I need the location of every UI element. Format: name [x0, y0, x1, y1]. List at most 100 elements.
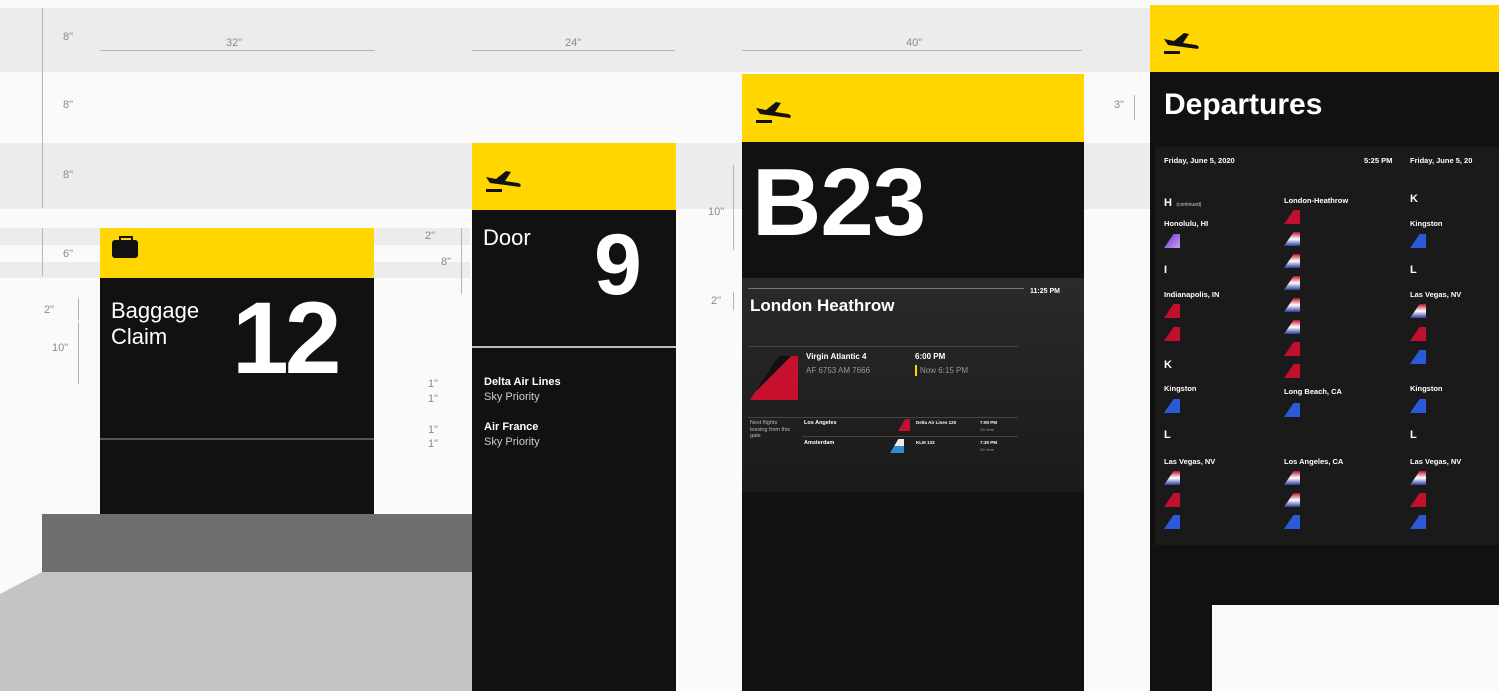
section-l-3: L [1410, 429, 1417, 441]
width-guide-32 [100, 50, 375, 51]
flight-row [1410, 515, 1426, 529]
gate-guide-2 [733, 292, 734, 310]
divider [100, 438, 374, 440]
departures-guide-3 [1134, 95, 1135, 120]
board-date-2: Friday, June 5, 20 [1410, 156, 1473, 165]
dim-width-32: 32" [226, 37, 243, 49]
departures-header [1150, 5, 1499, 72]
dim-baggage-10: 10" [52, 342, 69, 354]
baggage-number: 12 [232, 281, 341, 395]
status-bar [915, 365, 917, 376]
city-honolulu: Honolulu, HI [1164, 219, 1209, 228]
baggage-label-line2: Claim [111, 324, 168, 349]
dim-row-8c: 8" [63, 169, 74, 181]
gate-number: B23 [752, 149, 926, 256]
display-rule [748, 417, 1018, 418]
door-guide [461, 228, 462, 294]
baggage-icon [112, 236, 138, 258]
dim-gate-10: 10" [708, 206, 725, 218]
city-long-beach: Long Beach, CA [1284, 387, 1342, 396]
flight-row [1410, 327, 1426, 341]
dim-door-1d: 1" [428, 438, 439, 450]
flight-row [1284, 342, 1300, 356]
flight-row [1410, 234, 1426, 248]
airline2-sub: Sky Priority [484, 436, 540, 448]
floor [0, 572, 482, 691]
dim-door-1c: 1" [428, 424, 439, 436]
airline2-name: Air France [484, 421, 539, 433]
board-column-1: H (continued) [1164, 193, 1201, 211]
section-l: L [1164, 429, 1171, 441]
door-number: 9 [594, 217, 642, 313]
counter-top [42, 514, 482, 572]
departures-board: Departures Friday, June 5, 2020 5:25 PM … [1150, 72, 1499, 605]
flight-row [1410, 304, 1426, 318]
city-kingston-2: Kingston [1410, 219, 1443, 228]
width-guide-40 [742, 50, 1082, 51]
scheduled-time: 6:00 PM [915, 352, 946, 361]
next-flights-label: Next flights leaving from this gate [750, 420, 791, 440]
codeshare: AF 6753 AM 7666 [806, 366, 871, 375]
dim-gate-2: 2" [711, 295, 722, 307]
city-indianapolis: Indianapolis, IN [1164, 290, 1220, 299]
flight-name: Virgin Atlantic 4 [806, 352, 867, 361]
next-city-1: Los Angeles [804, 420, 837, 426]
dim-door-2: 2" [425, 230, 436, 242]
baggage-claim-sign: Baggage Claim 12 [100, 278, 374, 514]
city-las-vegas: Las Vegas, NV [1164, 457, 1216, 466]
flight-row [1284, 515, 1300, 529]
flight-row [1284, 471, 1300, 485]
section-k-2: K [1410, 193, 1418, 205]
baggage-header [100, 228, 374, 278]
flight-row [1284, 298, 1300, 312]
next-flight-2: KLM 133 [916, 440, 935, 445]
flight-row [1164, 327, 1180, 341]
flight-row [1164, 399, 1180, 413]
flight-row [1284, 254, 1300, 268]
flight-row [1164, 515, 1180, 529]
delta-tail-icon [898, 419, 910, 431]
section-k: K [1164, 359, 1172, 371]
departures-title: Departures [1164, 88, 1323, 121]
city-kingston: Kingston [1164, 384, 1197, 393]
display-rule [748, 346, 1018, 347]
section-h: H [1164, 197, 1172, 209]
dim-row-6: 6" [63, 248, 74, 260]
klm-tail-icon [890, 439, 904, 453]
departures-screen: Friday, June 5, 2020 5:25 PM Friday, Jun… [1155, 147, 1499, 545]
dim-width-24: 24" [565, 37, 582, 49]
departing-plane-icon [486, 171, 521, 192]
dim-door-8: 8" [441, 256, 452, 268]
city-london-heathrow: London-Heathrow [1284, 196, 1349, 205]
door-label: Door [483, 225, 531, 250]
flight-row [1164, 471, 1180, 485]
next-time-2: 7:30 PM [980, 440, 998, 445]
city-kingston-3: Kingston [1410, 384, 1443, 393]
next-status-2: On time [980, 447, 995, 452]
next-time-1: 7:00 PM [980, 420, 998, 425]
flight-row [1410, 471, 1426, 485]
height-guide [42, 8, 43, 208]
clock: 11:25 PM [1030, 288, 1060, 295]
flight-row [1284, 320, 1300, 334]
flight-row [1284, 364, 1300, 378]
baggage-guide-2 [78, 298, 79, 320]
airline1-name: Delta Air Lines [484, 376, 561, 388]
flight-row [1284, 232, 1300, 246]
section-l-2: L [1410, 264, 1417, 276]
city-las-vegas-3: Las Vegas, NV [1410, 457, 1462, 466]
width-guide-24 [472, 50, 675, 51]
height-guide-2 [42, 228, 43, 276]
city-los-angeles: Los Angeles, CA [1284, 457, 1344, 466]
dim-baggage-2: 2" [44, 304, 55, 316]
airline1-sub: Sky Priority [484, 391, 540, 403]
flight-row [1410, 493, 1426, 507]
board-time: 5:25 PM [1364, 156, 1393, 165]
departing-plane-icon [756, 102, 791, 123]
door-header [472, 143, 676, 210]
dim-door-1a: 1" [428, 378, 439, 390]
gate-sign: B23 London Heathrow 11:25 PM Virgin Atla… [742, 142, 1084, 691]
baggage-label-line1: Baggage [111, 298, 200, 323]
gate-display: London Heathrow 11:25 PM Virgin Atlantic… [742, 278, 1084, 492]
baggage-guide-10 [78, 322, 79, 384]
